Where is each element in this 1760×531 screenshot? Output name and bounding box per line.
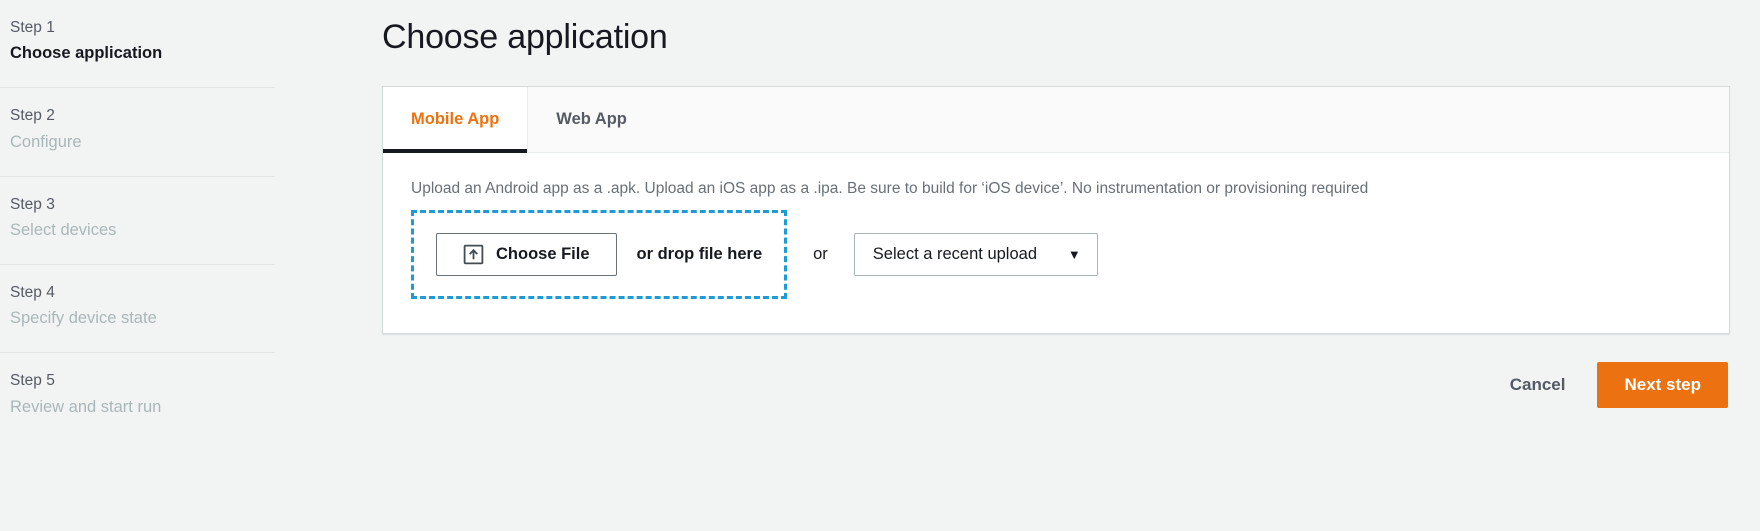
wizard-actions: Cancel Next step — [382, 361, 1730, 409]
choose-file-button[interactable]: Choose File — [436, 232, 617, 276]
next-step-button[interactable]: Next step — [1597, 361, 1728, 409]
main-content: Choose application Mobile App Web App Up… — [320, 0, 1760, 531]
sidebar-step-3[interactable]: Step 3 Select devices — [0, 177, 275, 266]
wizard-page: Step 1 Choose application Step 2 Configu… — [0, 0, 1760, 531]
choose-application-card: Mobile App Web App Upload an Android app… — [382, 86, 1730, 334]
card-body: Upload an Android app as a .apk. Upload … — [383, 153, 1729, 333]
chevron-down-icon: ▼ — [1067, 246, 1081, 262]
choose-file-label: Choose File — [496, 244, 590, 263]
sidebar-step-2[interactable]: Step 2 Configure — [0, 88, 275, 177]
recent-upload-select[interactable]: Select a recent upload ▼ — [853, 232, 1098, 276]
recent-upload-select-value: Select a recent upload — [872, 244, 1037, 263]
tab-web-app-label: Web App — [556, 110, 627, 128]
wizard-steps-sidebar: Step 1 Choose application Step 2 Configu… — [0, 0, 320, 531]
tab-mobile-app[interactable]: Mobile App — [383, 87, 529, 153]
tab-web-app[interactable]: Web App — [528, 87, 655, 152]
cancel-button[interactable]: Cancel — [1506, 369, 1570, 401]
sidebar-step-1-number: Step 1 — [10, 19, 55, 36]
sidebar-step-3-number: Step 3 — [10, 195, 55, 213]
sidebar-step-4-title: Specify device state — [10, 309, 157, 328]
file-dropzone[interactable]: Choose File or drop file here — [411, 209, 788, 299]
sidebar-step-5-title: Review and start run — [10, 397, 162, 416]
sidebar-step-3-title: Select devices — [10, 220, 117, 239]
or-separator-label: or — [813, 244, 828, 263]
upload-hint-text: Upload an Android app as a .apk. Upload … — [411, 180, 1369, 197]
sidebar-step-4[interactable]: Step 4 Specify device state — [0, 265, 275, 354]
sidebar-step-4-number: Step 4 — [10, 284, 55, 302]
sidebar-step-5-number: Step 5 — [10, 372, 55, 390]
app-type-tablist: Mobile App Web App — [383, 87, 1729, 153]
tab-mobile-app-label: Mobile App — [411, 110, 500, 128]
upload-row: Choose File or drop file here or Select … — [411, 209, 1701, 299]
sidebar-step-1-title: Choose application — [10, 44, 163, 63]
sidebar-step-2-number: Step 2 — [10, 107, 55, 125]
sidebar-step-5[interactable]: Step 5 Review and start run — [0, 353, 275, 440]
sidebar-step-1[interactable]: Step 1 Choose application — [0, 0, 275, 89]
upload-icon — [463, 244, 484, 265]
page-title: Choose application — [382, 18, 668, 56]
drop-file-here-text: or drop file here — [636, 244, 763, 263]
sidebar-step-2-title: Configure — [10, 132, 82, 151]
